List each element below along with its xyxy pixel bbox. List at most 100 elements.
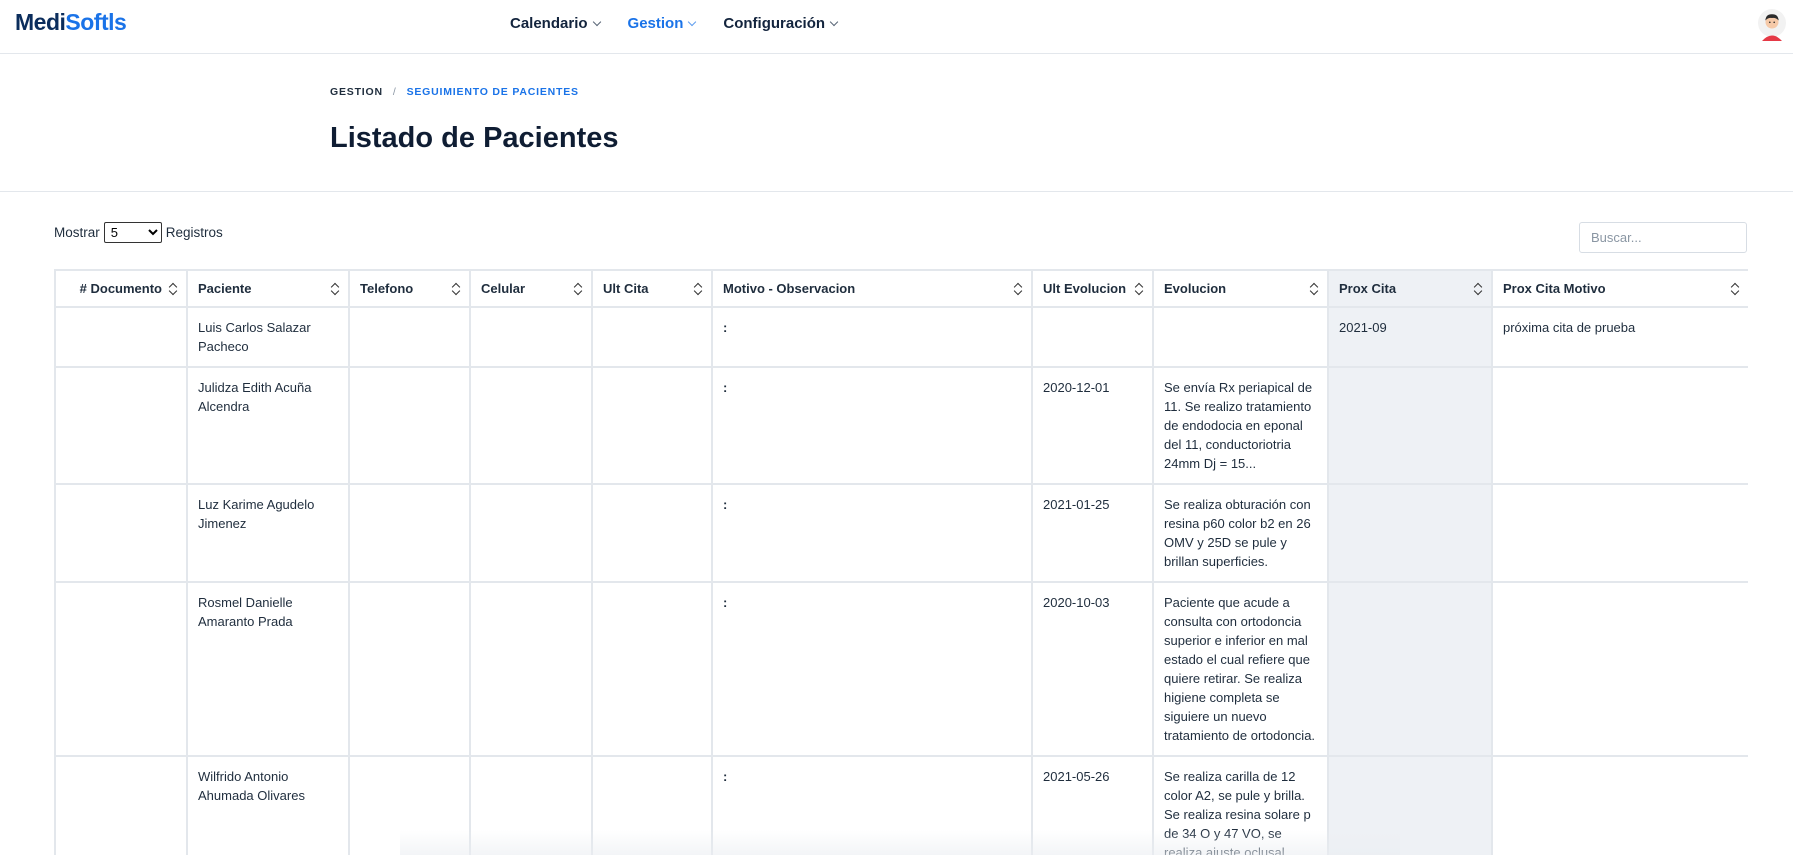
sort-icon[interactable] [695,283,702,295]
cell-documento [54,483,188,583]
cell-prox-cita [1327,483,1493,583]
column-header-documento[interactable]: # Documento [54,269,188,308]
cell-documento [54,755,188,855]
sort-icon[interactable] [453,283,460,295]
column-header-label: Telefono [360,281,414,296]
cell-telefono [348,581,471,757]
sort-icon[interactable] [1475,283,1482,295]
breadcrumb-separator: / [392,86,397,98]
cell-documento [54,581,188,757]
column-header-label: Prox Cita [1339,281,1397,296]
breadcrumb-seguimiento[interactable]: SEGUIMIENTO DE PACIENTES [407,86,579,98]
nav-item-label: Gestion [627,15,684,32]
cell-motivo-observacion: : [711,755,1033,855]
cell-telefono [348,306,471,368]
column-header-label: Ult Cita [603,281,649,296]
patients-table-container: # Documento Paciente Telefono Celular Ult Ci… [54,269,1748,855]
cell-documento [54,306,188,368]
page-size-control: Mostrar 5102550 Registros [54,222,223,243]
cell-celular [469,755,593,855]
column-header-label: Evolucion [1164,281,1227,296]
cell-paciente: Julidza Edith Acuña Alcendra [186,366,350,485]
cell-motivo-observacion: : [711,366,1033,485]
column-header-celular[interactable]: Celular [469,269,593,308]
cell-evolucion: Se envía Rx periapical de 11. Se realizo… [1152,366,1329,485]
column-header-evolucion[interactable]: Evolucion [1152,269,1329,308]
column-header-label: Prox Cita Motivo [1503,281,1606,296]
nav-item-gestion[interactable]: Gestion [627,15,697,32]
nav-item-label: Calendario [510,15,588,32]
cell-evolucion [1152,306,1329,368]
page-size-select[interactable]: 5102550 [103,222,162,243]
column-header-label: # Documento [79,281,162,296]
nav-item-label: Configuración [723,15,826,32]
cell-evolucion: Paciente que acude a consulta con ortodo… [1152,581,1329,757]
column-header-motivo-observacion[interactable]: Motivo - Observacion [711,269,1033,308]
cell-ult-evolucion: 2020-12-01 [1031,366,1154,485]
cell-celular [469,483,593,583]
cell-prox-cita-motivo: próxima cita de prueba [1491,306,1748,368]
table-row[interactable]: Julidza Edith Acuña Alcendra:2020-12-01 S… [54,366,1748,485]
patients-table: # Documento Paciente Telefono Celular Ult Ci… [54,269,1748,855]
cell-motivo-observacion: : [711,306,1033,368]
cell-ult-cita [591,306,713,368]
chevron-down-icon [688,17,697,27]
sort-icon[interactable] [170,283,177,295]
user-avatar[interactable] [1757,8,1787,42]
cell-ult-cita [591,366,713,485]
column-header-prox-cita-motivo[interactable]: Prox Cita Motivo [1491,269,1748,308]
cell-prox-cita [1327,581,1493,757]
table-row[interactable]: Luz Karime Agudelo Jimenez:2021-01-25 Se … [54,483,1748,583]
table-header-row: # Documento Paciente Telefono Celular Ult Ci… [54,269,1748,308]
nav-item-configuracion[interactable]: Configuración [723,15,839,32]
cell-telefono [348,755,471,855]
show-label: Mostrar [54,225,100,240]
cell-paciente: Rosmel Danielle Amaranto Prada [186,581,350,757]
breadcrumb-gestion[interactable]: GESTION [330,86,383,98]
cell-prox-cita-motivo [1491,366,1748,485]
cell-celular [469,581,593,757]
column-header-label: Motivo - Observacion [723,281,856,296]
sort-icon[interactable] [1732,283,1739,295]
brand-logo[interactable]: MediSoftls [15,9,127,36]
column-header-label: Ult Evolucion [1043,281,1127,296]
table-row[interactable]: Rosmel Danielle Amaranto Prada:2020-10-0… [54,581,1748,757]
chevron-down-icon [592,17,601,27]
cell-paciente: Wilfrido Antonio Ahumada Olivares [186,755,350,855]
sort-icon[interactable] [575,283,582,295]
cell-prox-cita-motivo [1491,581,1748,757]
cell-ult-evolucion: 2021-05-26 [1031,755,1154,855]
column-header-paciente[interactable]: Paciente [186,269,350,308]
cell-evolucion: Se realiza carilla de 12 color A2, se pu… [1152,755,1329,855]
column-header-label: Celular [481,281,526,296]
column-header-prox-cita[interactable]: Prox Cita [1327,269,1493,308]
brand-part1: Medi [15,9,66,35]
cell-motivo-observacion: : [711,483,1033,583]
page-title: Listado de Pacientes [330,122,619,154]
top-navbar: MediSoftls Calendario Gestion Configurac… [0,0,1793,54]
sort-icon[interactable] [332,283,339,295]
search-input[interactable] [1579,222,1747,253]
table-row[interactable]: Luis Carlos Salazar Pacheco: 2021-09 próxi… [54,306,1748,368]
column-header-label: Paciente [198,281,252,296]
cell-ult-cita [591,483,713,583]
cell-celular [469,366,593,485]
table-row[interactable]: Wilfrido Antonio Ahumada Olivares:2021-0… [54,755,1748,855]
breadcrumb: GESTION / SEGUIMIENTO DE PACIENTES [330,86,579,98]
cell-ult-evolucion: 2021-01-25 [1031,483,1154,583]
sort-icon[interactable] [1015,283,1022,295]
column-header-telefono[interactable]: Telefono [348,269,471,308]
cell-paciente: Luz Karime Agudelo Jimenez [186,483,350,583]
sort-icon[interactable] [1311,283,1318,295]
nav-item-calendario[interactable]: Calendario [510,15,601,32]
cell-evolucion: Se realiza obturación con resina p60 col… [1152,483,1329,583]
cell-ult-cita [591,755,713,855]
cell-prox-cita [1327,755,1493,855]
cell-ult-cita [591,581,713,757]
sort-icon[interactable] [1136,283,1143,295]
cell-documento [54,366,188,485]
cell-prox-cita-motivo [1491,755,1748,855]
column-header-ult-evolucion[interactable]: Ult Evolucion [1031,269,1154,308]
column-header-ult-cita[interactable]: Ult Cita [591,269,713,308]
cell-ult-evolucion [1031,306,1154,368]
